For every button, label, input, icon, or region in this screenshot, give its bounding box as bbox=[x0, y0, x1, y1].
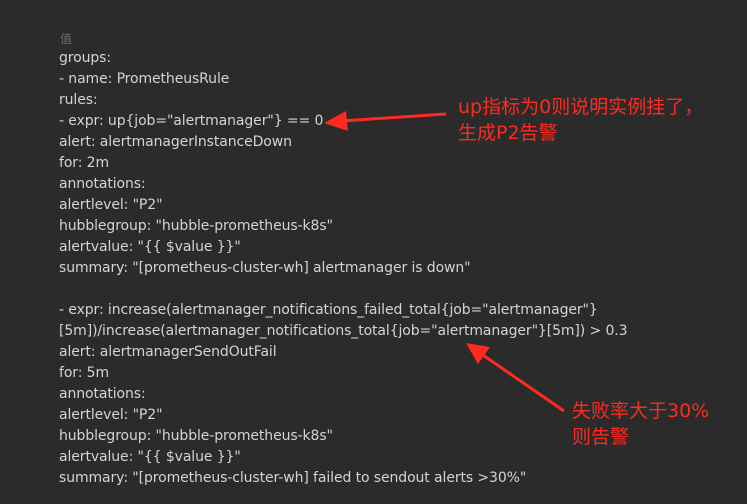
screenshot-canvas: 值 groups: - name: PrometheusRule rules: … bbox=[0, 0, 747, 504]
arrow-icon bbox=[324, 111, 447, 131]
annotation-text: 则告警 bbox=[572, 426, 630, 448]
annotation-note-instance-down: up指标为0则说明实例挂了， 生成P2告警 bbox=[458, 94, 703, 146]
annotation-text: 失败率大于30% bbox=[572, 400, 710, 422]
annotation-text: 生成P2告警 bbox=[458, 122, 558, 144]
annotation-note-send-fail: 失败率大于30% 则告警 bbox=[572, 398, 709, 450]
annotation-text: up指标为0则说明实例挂了， bbox=[458, 96, 704, 118]
arrow-icon bbox=[466, 343, 565, 413]
